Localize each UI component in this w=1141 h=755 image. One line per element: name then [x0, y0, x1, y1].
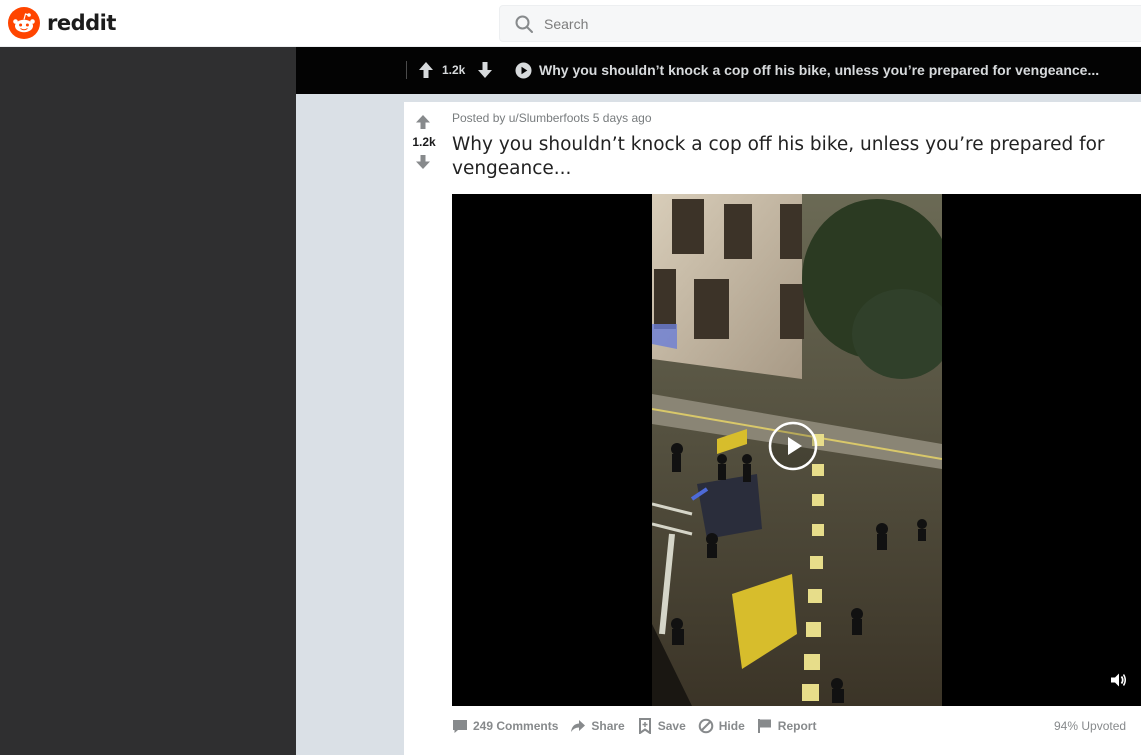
vote-column — [404, 102, 444, 755]
post-time[interactable]: 5 days ago — [593, 111, 652, 125]
post-title: Why you shouldn’t knock a cop off his bi… — [452, 134, 1105, 179]
share-label: Share — [591, 719, 625, 733]
upvote-arrow-icon[interactable] — [415, 114, 431, 130]
divider — [406, 61, 407, 79]
posted-by-label: Posted by — [452, 111, 506, 125]
downvote-arrow-icon[interactable] — [477, 61, 493, 79]
reddit-snoo-icon — [8, 7, 40, 39]
bookmark-icon — [638, 718, 651, 734]
bar-vote-score: 1.2k — [442, 63, 466, 77]
comments-label: 249 Comments — [473, 719, 559, 733]
post-vote-score: 1.2k — [412, 135, 436, 149]
report-button[interactable]: Report — [757, 718, 817, 734]
modal-backdrop[interactable] — [0, 47, 296, 755]
share-button[interactable]: Share — [570, 718, 625, 734]
upvote-ratio: 94% Upvoted — [1054, 719, 1127, 733]
search-icon — [515, 15, 533, 33]
volume-icon[interactable] — [1109, 671, 1127, 689]
save-label: Save — [657, 719, 686, 733]
video-player[interactable] — [452, 194, 1141, 706]
video-play-button[interactable] — [768, 421, 818, 471]
hide-button[interactable]: Hide — [698, 718, 745, 734]
logo-wordmark: reddit — [47, 11, 116, 35]
post-header-bar: 1.2k Why you shouldn’t knock a cop off h… — [296, 47, 1141, 94]
report-label: Report — [777, 719, 817, 733]
top-header: reddit — [0, 0, 1141, 47]
reddit-logo[interactable]: reddit — [8, 6, 116, 40]
save-button[interactable]: Save — [637, 718, 686, 734]
post-actions: 249 Comments Share Save Hide Report — [452, 713, 828, 739]
author-link[interactable]: u/Slumberfoots — [509, 111, 590, 125]
search-bar[interactable] — [499, 5, 1141, 42]
downvote-arrow-icon[interactable] — [415, 154, 431, 170]
upvote-arrow-icon[interactable] — [418, 61, 434, 79]
share-icon — [571, 720, 586, 732]
search-input[interactable] — [544, 15, 1104, 32]
bar-post-title[interactable]: Why you shouldn’t knock a cop off his bi… — [539, 62, 1099, 78]
comment-icon — [453, 720, 467, 733]
hide-icon — [698, 718, 714, 734]
flag-icon — [757, 719, 771, 733]
play-circle-icon — [515, 62, 532, 79]
comments-button[interactable]: 249 Comments — [452, 718, 558, 734]
hide-label: Hide — [718, 719, 745, 733]
post-meta: Posted by u/Slumberfoots 5 days ago — [452, 111, 652, 125]
